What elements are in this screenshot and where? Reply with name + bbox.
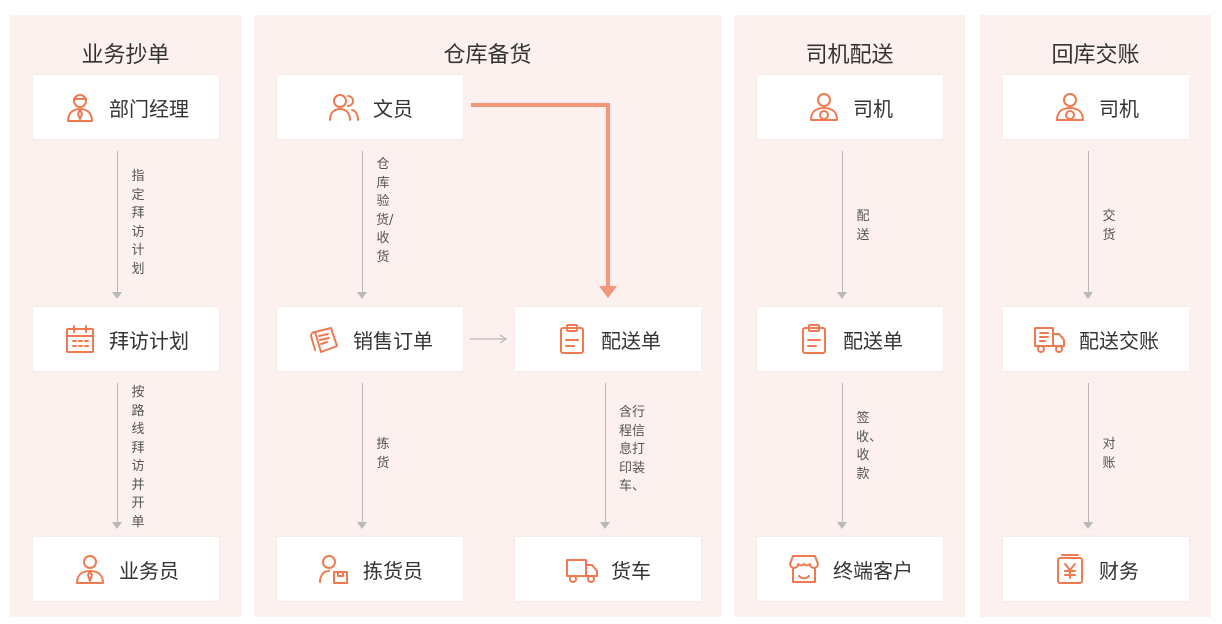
edge-line [842, 383, 843, 523]
edge-line [362, 383, 363, 523]
panel-title-sales: 业务抄单 [81, 43, 170, 68]
edge-arrowhead [357, 522, 367, 529]
node-driver-return: 司机 [1003, 75, 1189, 139]
node-picker-label: 拣货员 [363, 558, 423, 583]
node-clerk-label: 文员 [373, 96, 413, 121]
node-salesman: 业务员 [33, 537, 219, 601]
node-delivery-settle: 配送交账 [1003, 307, 1189, 371]
node-truck: 货车 [515, 537, 701, 601]
node-sales-order-label: 销售订单 [353, 328, 433, 353]
calendar-icon [63, 322, 97, 356]
node-delivery-note-drv: 配送单 [757, 307, 943, 371]
edge-line [1088, 151, 1089, 293]
edge-horizontal-arrow [470, 334, 508, 344]
edge-label-reconcile: 对账 [1102, 437, 1116, 471]
edge-label-assign-plan: 指定拜访计划 [131, 169, 145, 277]
edge-line [117, 383, 118, 523]
node-finance: 财务 [1003, 537, 1189, 601]
store-icon [787, 552, 821, 586]
edge-line [1088, 383, 1089, 523]
edge-label-sign-collect: 签收、收款 [856, 411, 883, 482]
picker-icon [317, 552, 351, 586]
node-delivery-settle-label: 配送交账 [1079, 328, 1159, 353]
edge-line [842, 151, 843, 293]
node-driver-delivery: 司机 [757, 75, 943, 139]
node-manager: 部门经理 [33, 75, 219, 139]
yen-doc-icon [1053, 552, 1087, 586]
order-papers-icon [307, 322, 341, 356]
edge-label-print-load: 含行程信息打印装车、 [618, 405, 645, 494]
edge-arrowhead [600, 522, 610, 529]
driver-icon [1053, 90, 1087, 124]
edge-arrowhead [837, 292, 847, 299]
node-clerk: 文员 [277, 75, 463, 139]
panel-title-delivery: 司机配送 [805, 43, 894, 68]
node-driver-delivery-label: 司机 [853, 96, 893, 121]
node-sales-order: 销售订单 [277, 307, 463, 371]
node-salesman-label: 业务员 [119, 558, 179, 583]
panel-title-warehouse: 仓库备货 [443, 43, 532, 68]
edge-arrowhead [357, 292, 367, 299]
node-picker: 拣货员 [277, 537, 463, 601]
edge-arrowhead [112, 522, 122, 529]
node-visit-plan-label: 拜访计划 [109, 328, 189, 353]
node-end-customer-label: 终端客户 [833, 558, 913, 583]
node-delivery-note-wh: 配送单 [515, 307, 701, 371]
node-delivery-note-drv-label: 配送单 [843, 328, 903, 353]
edge-label-handover: 交货 [1102, 209, 1116, 243]
node-finance-label: 财务 [1099, 558, 1139, 583]
users-icon [327, 90, 361, 124]
node-truck-label: 货车 [611, 558, 651, 583]
edge-label-deliver: 配送 [856, 209, 870, 243]
panel-title-return: 回库交账 [1051, 43, 1140, 68]
edge-arrowhead [1083, 292, 1093, 299]
truck-icon [565, 552, 599, 586]
edge-arrowhead [112, 292, 122, 299]
edge-label-visit-route: 按路线拜访并开单 [131, 385, 145, 530]
edge-line [117, 151, 118, 293]
manager-icon [63, 90, 97, 124]
edge-line [605, 383, 606, 523]
edge-line [362, 151, 363, 293]
node-delivery-note-wh-label: 配送单 [601, 328, 661, 353]
node-visit-plan: 拜访计划 [33, 307, 219, 371]
edge-arrowhead [1083, 522, 1093, 529]
delivery-truck-icon [1033, 322, 1067, 356]
node-driver-return-label: 司机 [1099, 96, 1139, 121]
edge-label-pick: 拣货 [376, 437, 390, 471]
clipboard-icon [555, 322, 589, 356]
edge-arrowhead [837, 522, 847, 529]
node-end-customer: 终端客户 [757, 537, 943, 601]
clipboard-icon [797, 322, 831, 356]
node-manager-label: 部门经理 [109, 96, 189, 121]
salesman-icon [73, 552, 107, 586]
driver-icon [807, 90, 841, 124]
edge-label-inspect-receive: 仓库验货/收货 [376, 157, 394, 265]
